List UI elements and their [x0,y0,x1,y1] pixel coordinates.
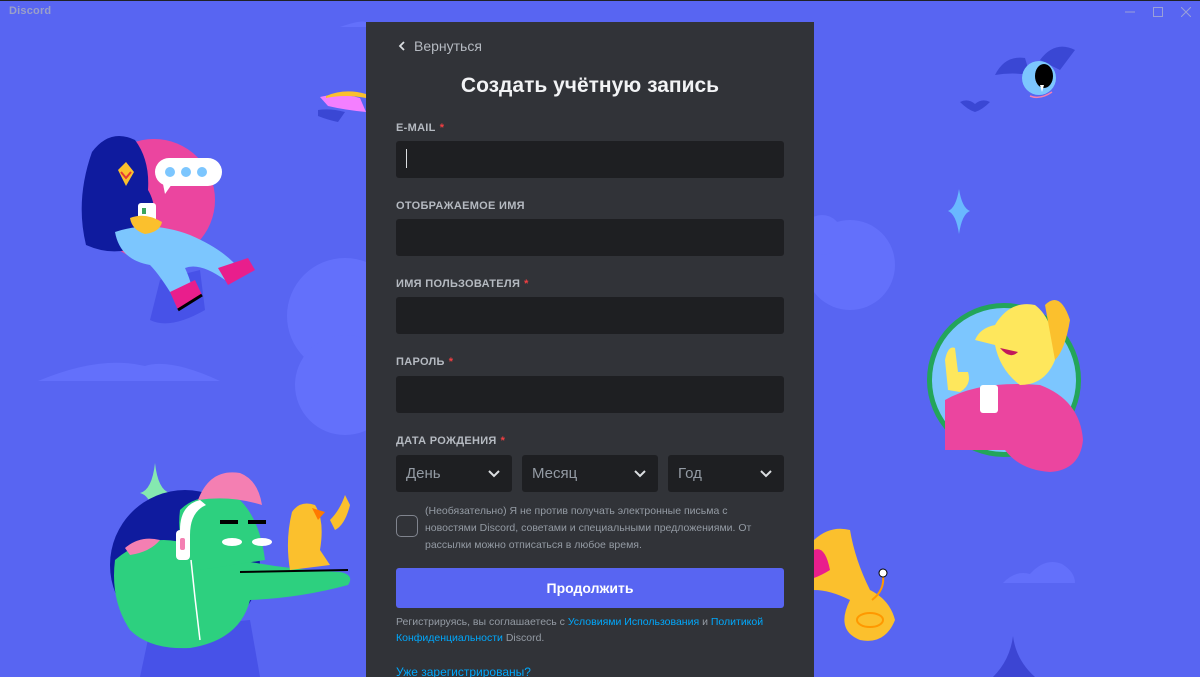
chevron-down-icon [488,469,500,477]
password-label: Пароль * [396,356,454,368]
required-mark: * [500,435,506,447]
required-mark: * [439,122,445,134]
month-select-value: Месяц [532,465,578,482]
newsletter-checkbox[interactable] [396,515,418,537]
continue-button[interactable]: Продолжить [396,568,784,608]
birthdate-label: Дата рождения * [396,435,506,447]
text-cursor [406,149,407,168]
day-select-value: День [406,465,441,482]
chevron-down-icon [634,469,646,477]
terms-of-service-link[interactable]: Условиями Использования [568,616,699,628]
email-input[interactable] [396,141,784,178]
flying-book-illustration [318,91,366,122]
newsletter-text: (Необязательно) Я не против получать эле… [425,505,752,551]
register-card: Вернуться Создать учётную запись E-MAIL *… [366,22,814,677]
spike-shape [993,636,1035,677]
app-title: Discord [9,5,52,17]
year-select[interactable]: Год [668,455,784,492]
maximize-button[interactable] [1144,1,1172,23]
maximize-icon [1153,7,1163,17]
bat-creature-illustration [960,46,1075,112]
username-label: Имя пользователя * [396,278,529,290]
close-icon [1181,7,1191,17]
minimize-button[interactable] [1116,1,1144,23]
chevron-left-icon [398,41,405,51]
crocodile-with-headphones-illustration [110,472,351,677]
woman-with-mug-illustration [927,300,1083,472]
day-select[interactable]: День [396,455,512,492]
close-window-button[interactable] [1172,1,1200,23]
required-mark: * [524,278,529,290]
month-select[interactable]: Месяц [522,455,658,492]
display-name-label: Отображаемое имя [396,200,525,212]
required-mark: * [448,356,454,368]
already-registered-link[interactable]: Уже зарегистрированы? [396,665,531,677]
back-label: Вернуться [414,38,482,54]
minimize-icon [1125,11,1135,13]
person-with-phone-illustration [81,136,255,324]
password-input[interactable] [396,376,784,413]
chevron-down-icon [760,469,772,477]
sparkle-blue [948,189,970,234]
window-titlebar: Discord [0,0,1200,22]
username-input[interactable] [396,297,784,334]
page-title: Создать учётную запись [460,74,720,97]
horn-illustration [814,528,895,641]
year-select-value: Год [678,465,702,482]
terms-text: Регистрируясь, вы соглашаетесь с Условия… [396,616,764,644]
back-button[interactable]: Вернуться [398,38,482,54]
email-label: E-MAIL * [396,122,445,134]
display-name-input[interactable] [396,219,784,256]
